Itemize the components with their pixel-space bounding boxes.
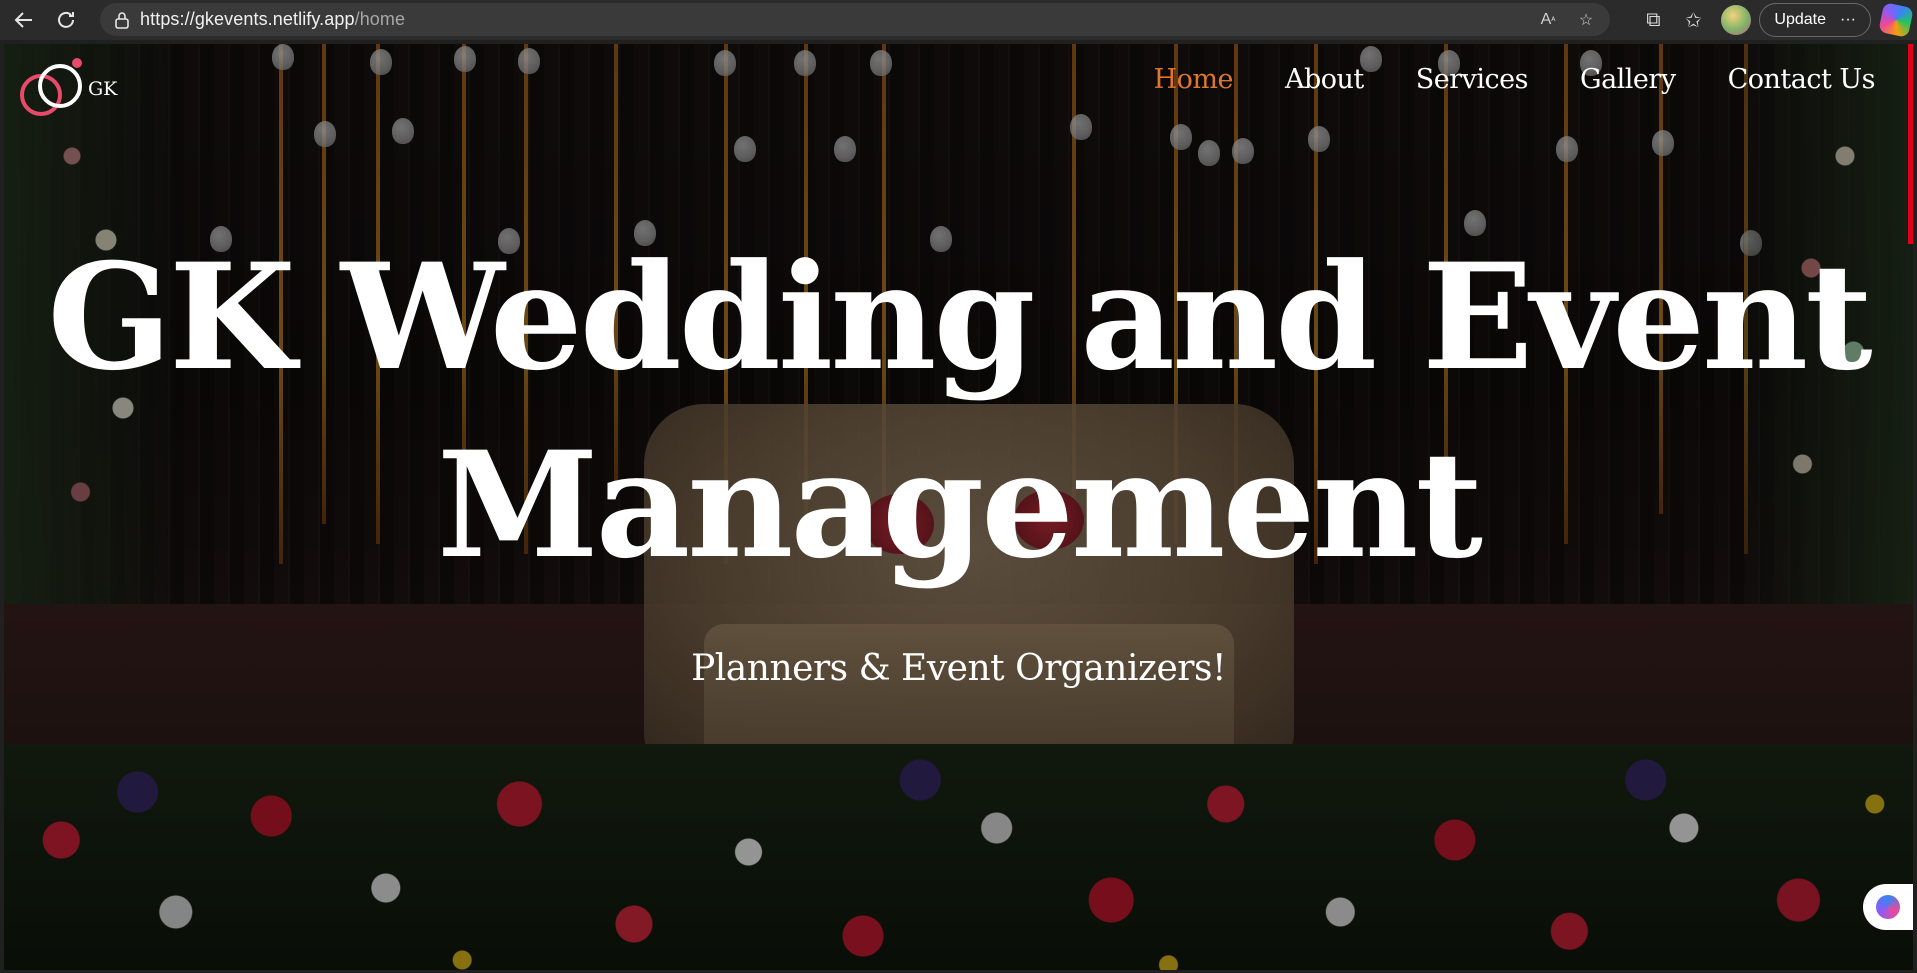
arrow-left-icon xyxy=(14,12,32,28)
back-button[interactable] xyxy=(6,2,42,38)
site-logo[interactable]: GK xyxy=(16,56,117,116)
scrollbar-thumb[interactable] xyxy=(1908,44,1913,244)
update-button[interactable]: Update ··· xyxy=(1759,3,1871,37)
lock-icon xyxy=(112,10,132,30)
page-viewport: GK Home About Services Gallery Contact U… xyxy=(4,44,1913,970)
hero-title-line-1: GK Wedding and Event xyxy=(47,232,1872,403)
url-text[interactable]: https://gkevents.netlify.app/home xyxy=(140,9,405,30)
read-aloud-icon[interactable]: Aᴬ xyxy=(1536,8,1560,32)
hero-subtitle: Planners & Event Organizers! xyxy=(691,648,1226,689)
logo-text: GK xyxy=(88,78,118,100)
hero-title: GK Wedding and Event Management xyxy=(4,224,1913,600)
url-host: https://gkevents.netlify.app xyxy=(140,9,355,29)
refresh-button[interactable] xyxy=(48,2,84,38)
nav-home[interactable]: Home xyxy=(1154,64,1234,95)
extensions-icon[interactable]: ⧉ xyxy=(1633,2,1673,38)
browser-toolbar: https://gkevents.netlify.app/home Aᴬ ☆ ⧉… xyxy=(0,0,1917,40)
url-path: /home xyxy=(354,9,406,29)
favorite-star-icon[interactable]: ☆ xyxy=(1574,8,1598,32)
copilot-icon[interactable] xyxy=(1878,2,1914,38)
refresh-icon xyxy=(58,11,74,28)
nav-contact-us[interactable]: Contact Us xyxy=(1728,64,1876,95)
floating-assistant-button[interactable] xyxy=(1863,884,1913,930)
update-label: Update xyxy=(1774,11,1827,28)
nav-gallery[interactable]: Gallery xyxy=(1580,64,1676,95)
assistant-icon xyxy=(1876,895,1900,919)
rings-logo-icon xyxy=(16,56,86,116)
hero-title-line-2: Management xyxy=(437,420,1483,591)
profile-avatar[interactable] xyxy=(1721,5,1752,35)
address-bar[interactable]: https://gkevents.netlify.app/home Aᴬ ☆ xyxy=(100,3,1610,36)
nav-services[interactable]: Services xyxy=(1416,64,1529,95)
favorites-icon[interactable]: ✩ xyxy=(1673,2,1713,38)
nav-about[interactable]: About xyxy=(1285,64,1364,95)
main-nav: Home About Services Gallery Contact Us xyxy=(1102,64,1876,95)
more-options-icon: ··· xyxy=(1840,11,1856,28)
